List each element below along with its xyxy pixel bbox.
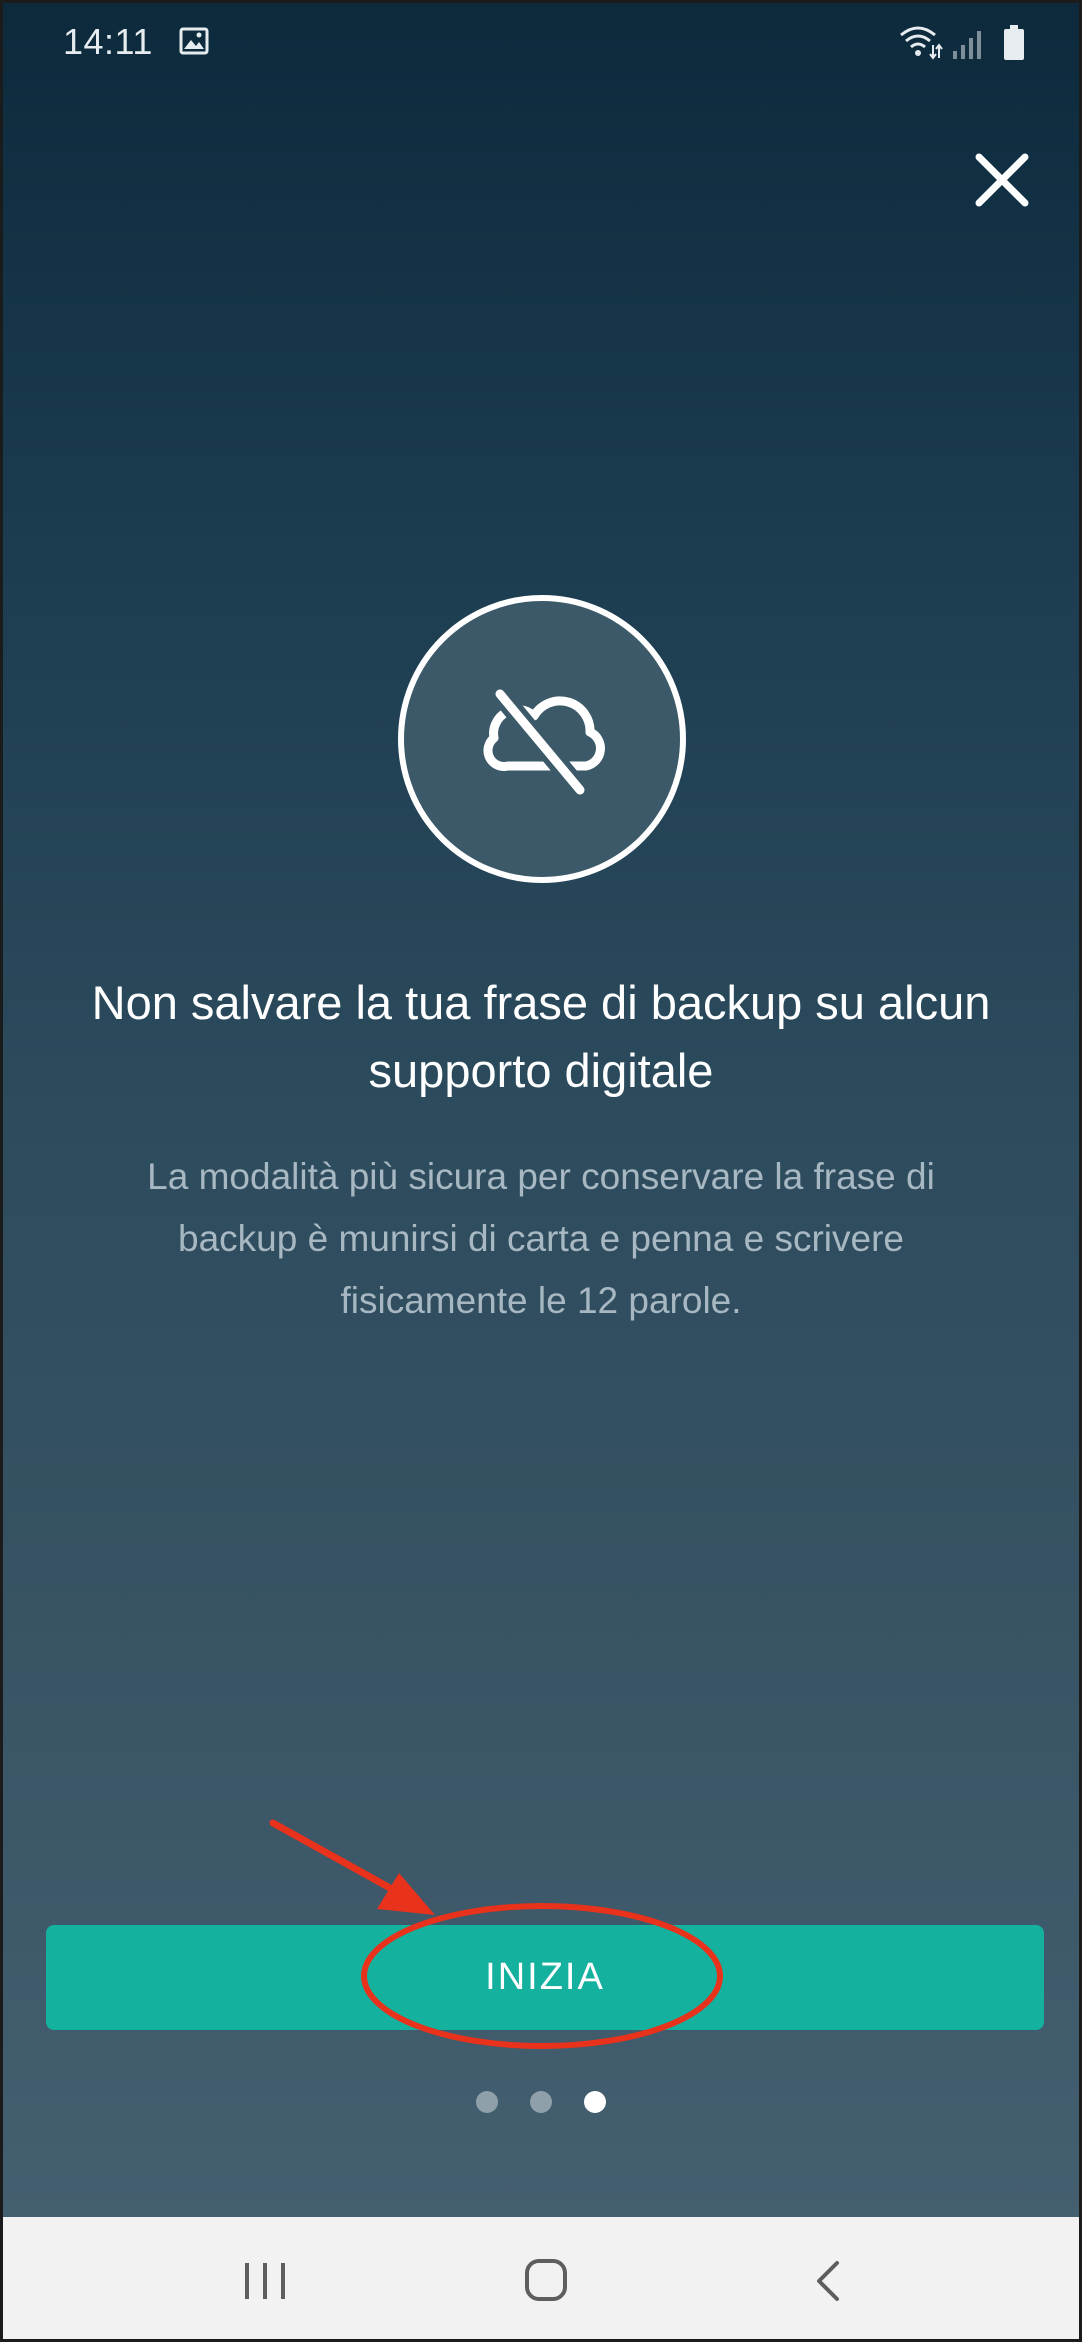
page-dot-2 [530,2091,552,2113]
close-icon [975,153,1029,207]
start-button[interactable]: INIZIA [46,1925,1044,2030]
backup-warning-screen: 14:11 Non salvare la tua frase di backup… [3,3,1079,2217]
annotation-arrow [269,1819,435,1915]
page-description: La modalità più sicura per conservare la… [147,1156,935,1321]
close-button[interactable] [967,145,1037,215]
back-icon[interactable] [809,2257,845,2305]
cloud-off-icon [483,684,605,800]
phone-screen: 14:11 Non salvare la tua frase di backup… [0,0,1082,2342]
status-bar: 14:11 [3,3,1079,83]
page-dot-1 [476,2091,498,2113]
illustration-badge [398,595,686,883]
home-icon[interactable] [523,2257,569,2303]
page-dot-3-active [584,2091,606,2113]
wifi-icon [900,26,943,60]
recents-icon[interactable] [241,2261,289,2301]
gallery-icon [179,27,209,55]
page-title: Non salvare la tua frase di backup su al… [91,976,991,1097]
signal-icon [953,31,981,59]
battery-icon [1004,25,1024,60]
page-indicator [3,2091,1079,2115]
navigation-bar [3,2217,1079,2339]
status-time: 14:11 [63,21,153,62]
